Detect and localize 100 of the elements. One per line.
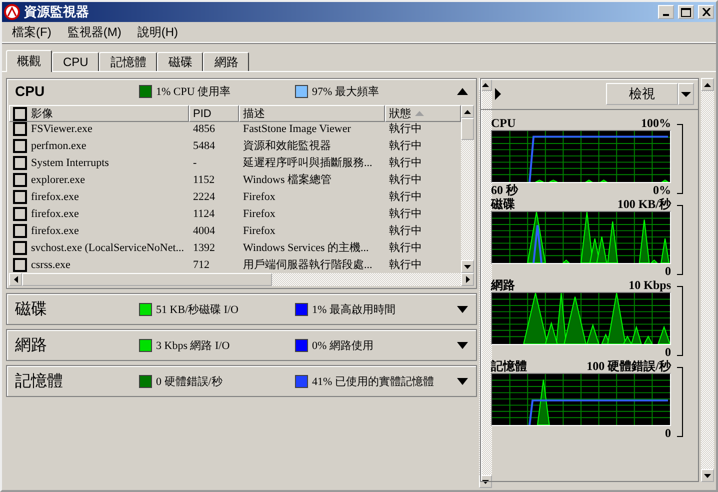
- menu-item[interactable]: 監視器(M): [59, 24, 130, 40]
- expand-icon[interactable]: [457, 342, 468, 348]
- graph-title: 磁碟: [491, 196, 515, 212]
- table-cell: csrss.exe: [31, 258, 70, 270]
- up-arrow-icon: [704, 82, 711, 86]
- down-arrow-icon: [464, 264, 471, 268]
- table-cell-text: -: [192, 156, 198, 168]
- table-cell-text: 執行中: [388, 190, 423, 204]
- caret-icon: [681, 92, 691, 96]
- table-cell-text: FastStone Image Viewer: [242, 122, 352, 134]
- scroll-up-button[interactable]: [701, 78, 714, 91]
- table-cell-text: 資源和效能監視器: [242, 139, 332, 153]
- table-cell-text: 執行中: [388, 173, 423, 187]
- scale-max-label: 100 硬體錯誤/秒: [586, 358, 671, 374]
- scale-min-label: 0: [665, 264, 671, 278]
- menu-item[interactable]: 說明(H): [129, 24, 186, 40]
- scale-max-label: 10 Kbps: [628, 278, 671, 292]
- view-button[interactable]: 檢視: [606, 83, 678, 105]
- scale-max-label: 100 KB/秒: [617, 196, 671, 212]
- table-cell: System Interrupts: [31, 156, 109, 168]
- stat-label: 0 硬體錯誤/秒: [156, 374, 222, 388]
- column-header[interactable]: PID: [189, 105, 239, 122]
- expand-icon[interactable]: [457, 378, 468, 384]
- table-cell-text: 4856: [192, 122, 216, 134]
- vertical-scrollbar[interactable]: [461, 105, 474, 273]
- table-cell-text: 執行中: [388, 207, 423, 221]
- graph-title: CPU: [491, 116, 516, 130]
- scroll-thumb[interactable]: [22, 273, 272, 286]
- collapse-icon[interactable]: [457, 88, 468, 94]
- table-cell: firefox.exe: [31, 208, 79, 220]
- scale-min-label: 0: [665, 426, 671, 440]
- scroll-up-button[interactable]: [461, 105, 474, 118]
- table-cell-text: Firefox: [242, 224, 276, 236]
- maximize-button[interactable]: [678, 5, 694, 19]
- table-cell-text: Firefox: [242, 208, 276, 220]
- checkbox[interactable]: [13, 138, 27, 152]
- column-header[interactable]: 影像: [9, 105, 189, 122]
- table-cell: firefox.exe: [31, 224, 79, 236]
- vertical-scrollbar[interactable]: [701, 78, 714, 482]
- tab[interactable]: 記憶體: [99, 52, 158, 71]
- table-cell: FSViewer.exe: [31, 122, 92, 134]
- down-arrow-icon: [704, 474, 711, 478]
- scroll-down-button[interactable]: [461, 260, 474, 273]
- column-label: 影像: [31, 107, 53, 121]
- column-header[interactable]: 狀態: [385, 105, 461, 122]
- down-arrow-icon: [482, 480, 489, 484]
- table-cell-text: 1152: [192, 174, 216, 186]
- section-title[interactable]: CPU: [15, 83, 139, 99]
- checkbox[interactable]: [13, 122, 27, 136]
- stat-label: 97% 最大頻率: [312, 84, 379, 98]
- checkbox[interactable]: [13, 206, 27, 220]
- column-header[interactable]: 描述: [239, 105, 385, 122]
- scroll-down-button[interactable]: [701, 469, 714, 482]
- table-cell-text: 執行中: [388, 122, 423, 136]
- stat-label: 0% 網路使用: [312, 338, 374, 352]
- minimize-button[interactable]: [658, 5, 674, 19]
- scale-min-label: 0: [665, 344, 671, 360]
- tab[interactable]: 概觀: [6, 50, 52, 72]
- table-cell-text: 執行中: [388, 156, 423, 170]
- expand-icon[interactable]: [457, 306, 468, 312]
- table-cell-text: 2224: [192, 190, 216, 202]
- close-button[interactable]: [698, 5, 714, 19]
- table-cell-text: 4004: [192, 224, 216, 236]
- tab[interactable]: 網路: [203, 52, 250, 71]
- checkbox[interactable]: [13, 156, 27, 170]
- checkbox[interactable]: [13, 190, 27, 204]
- scale-max-label: 100%: [641, 116, 671, 130]
- app-icon: [4, 4, 20, 20]
- stat-label: 3 Kbps 網路 I/O: [156, 338, 230, 352]
- table-cell-text: 執行中: [388, 139, 423, 153]
- table-cell-text: 執行中: [388, 258, 423, 272]
- section-title[interactable]: 記憶體: [15, 370, 139, 392]
- table-cell-text: Firefox: [242, 190, 276, 202]
- column-label: 狀態: [389, 107, 411, 121]
- up-arrow-icon: [482, 82, 489, 86]
- checkbox[interactable]: [13, 240, 27, 254]
- scroll-right-button[interactable]: [461, 273, 474, 286]
- table-cell-text: 5484: [192, 140, 216, 152]
- section-title[interactable]: 網路: [15, 334, 139, 356]
- table-cell: firefox.exe: [31, 190, 79, 202]
- stat-label: 41% 已使用的實體記憶體: [312, 374, 434, 388]
- column-label: 描述: [243, 107, 265, 121]
- up-arrow-icon: [464, 110, 471, 114]
- checkbox[interactable]: [13, 172, 27, 186]
- scroll-thumb[interactable]: [461, 118, 474, 140]
- tab[interactable]: 磁碟: [157, 52, 204, 71]
- scale-bracket: [677, 367, 683, 437]
- scale-bracket: [677, 124, 683, 194]
- tab[interactable]: CPU: [52, 52, 100, 71]
- scale-bracket: [677, 286, 683, 356]
- maximize-icon: [681, 8, 691, 16]
- menu-item[interactable]: 檔案(F): [4, 24, 60, 40]
- section-title[interactable]: 磁碟: [15, 298, 139, 320]
- checkbox[interactable]: [13, 258, 27, 272]
- dropdown-button[interactable]: [678, 83, 694, 105]
- right-arrow-icon: [466, 276, 470, 283]
- checkbox[interactable]: [13, 224, 27, 238]
- scroll-left-button[interactable]: [9, 273, 22, 286]
- checkbox[interactable]: [13, 106, 27, 120]
- horizontal-scrollbar[interactable]: [9, 273, 474, 286]
